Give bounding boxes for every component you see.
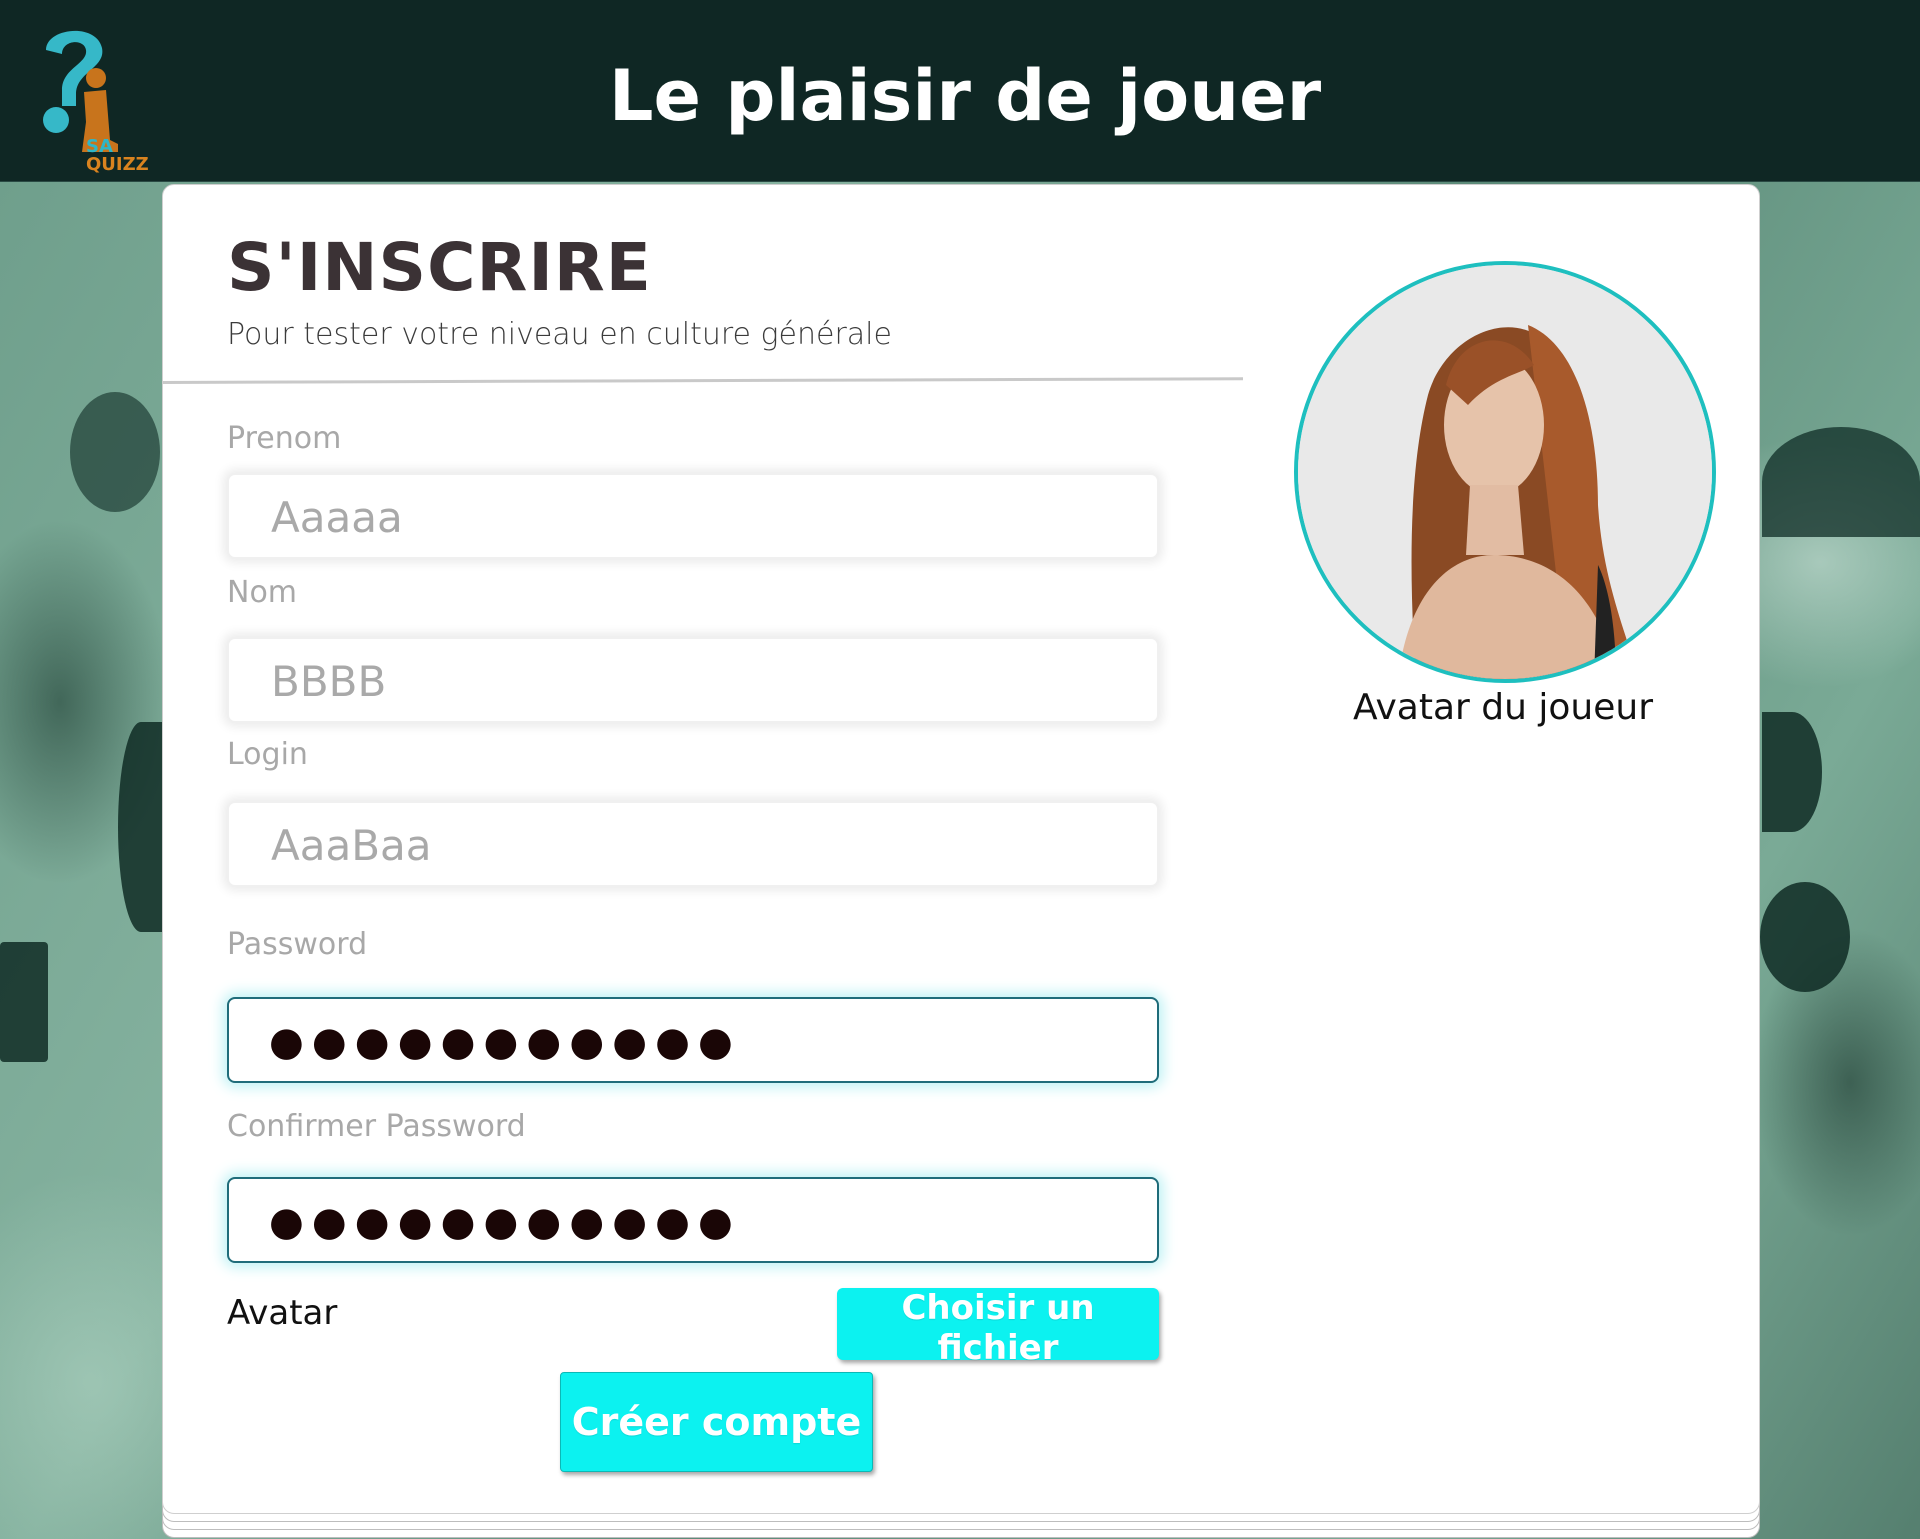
bg-shape (118, 722, 164, 932)
site-header: SA QUIZZ Le plaisir de jouer (0, 0, 1920, 182)
bg-shape (70, 392, 160, 512)
nom-label: Nom (227, 575, 298, 610)
bg-shape (1762, 427, 1920, 537)
confirm-password-input[interactable]: ●●●●●●●●●●● (227, 1177, 1159, 1263)
avatar-caption: Avatar du joueur (1352, 687, 1654, 728)
choose-file-button[interactable]: Choisir un fichier (837, 1288, 1159, 1368)
divider (162, 377, 1243, 384)
logo-quizz: QUIZZ (86, 154, 149, 175)
password-input[interactable]: ●●●●●●●●●●● (227, 997, 1159, 1083)
login-label: Login (227, 737, 308, 772)
bg-shape (1760, 882, 1850, 992)
signup-card: S'INSCRIRE Pour tester votre niveau en c… (162, 184, 1760, 1514)
login-input[interactable]: AaaBaa (227, 801, 1159, 887)
create-account-button[interactable]: Créer compte (560, 1372, 873, 1472)
logo-text: SA QUIZZ (86, 138, 156, 174)
prenom-label: Prenom (227, 421, 342, 456)
prenom-input[interactable]: Aaaaa (227, 473, 1159, 559)
avatar-label: Avatar (227, 1293, 338, 1333)
site-title: Le plaisir de jouer (608, 55, 1322, 137)
avatar-portrait-icon (1298, 265, 1712, 679)
form-subtitle: Pour tester votre niveau en culture géné… (227, 317, 892, 352)
bg-shape (0, 942, 48, 1062)
nom-input[interactable]: BBBB (227, 637, 1159, 723)
password-label: Password (227, 927, 368, 962)
confirm-password-label: Confirmer Password (227, 1109, 526, 1144)
bg-shape (1762, 712, 1822, 832)
avatar-preview (1294, 261, 1716, 683)
form-title: S'INSCRIRE (227, 229, 652, 306)
